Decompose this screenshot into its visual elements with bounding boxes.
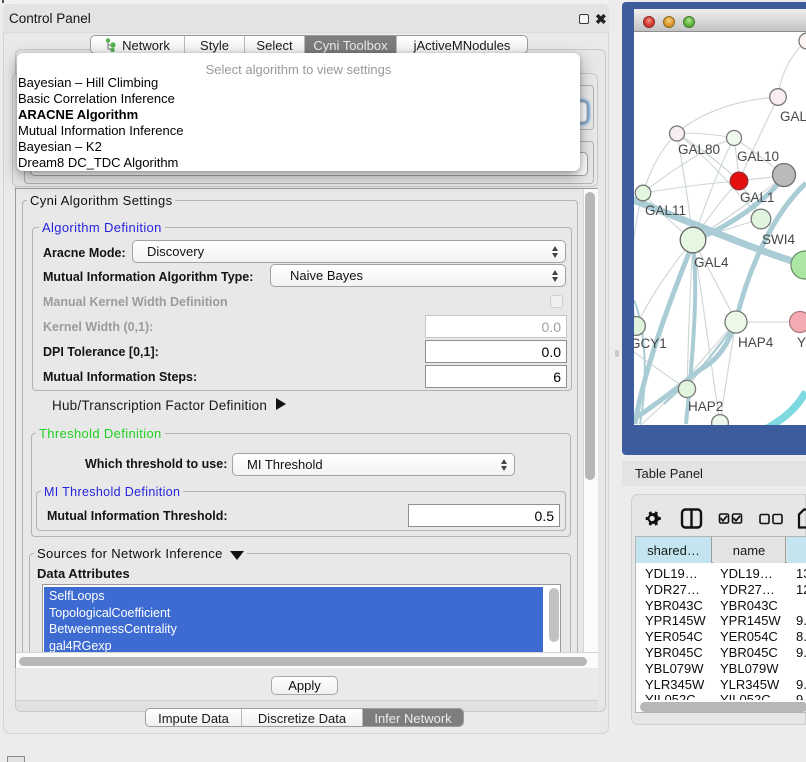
svg-text:GAL10: GAL10: [737, 149, 779, 164]
svg-text:GAL80: GAL80: [678, 142, 720, 157]
svg-text:GAL7: GAL7: [780, 109, 806, 124]
svg-text:Y: Y: [797, 335, 806, 350]
svg-text:GCY1: GCY1: [634, 336, 667, 351]
svg-text:HAP2: HAP2: [688, 399, 723, 414]
svg-text:GAL11: GAL11: [645, 203, 686, 218]
svg-text:SWI4: SWI4: [762, 232, 795, 247]
svg-text:GAL4: GAL4: [694, 255, 729, 270]
svg-text:HAP4: HAP4: [738, 335, 774, 350]
svg-text:GAL1: GAL1: [740, 190, 775, 205]
